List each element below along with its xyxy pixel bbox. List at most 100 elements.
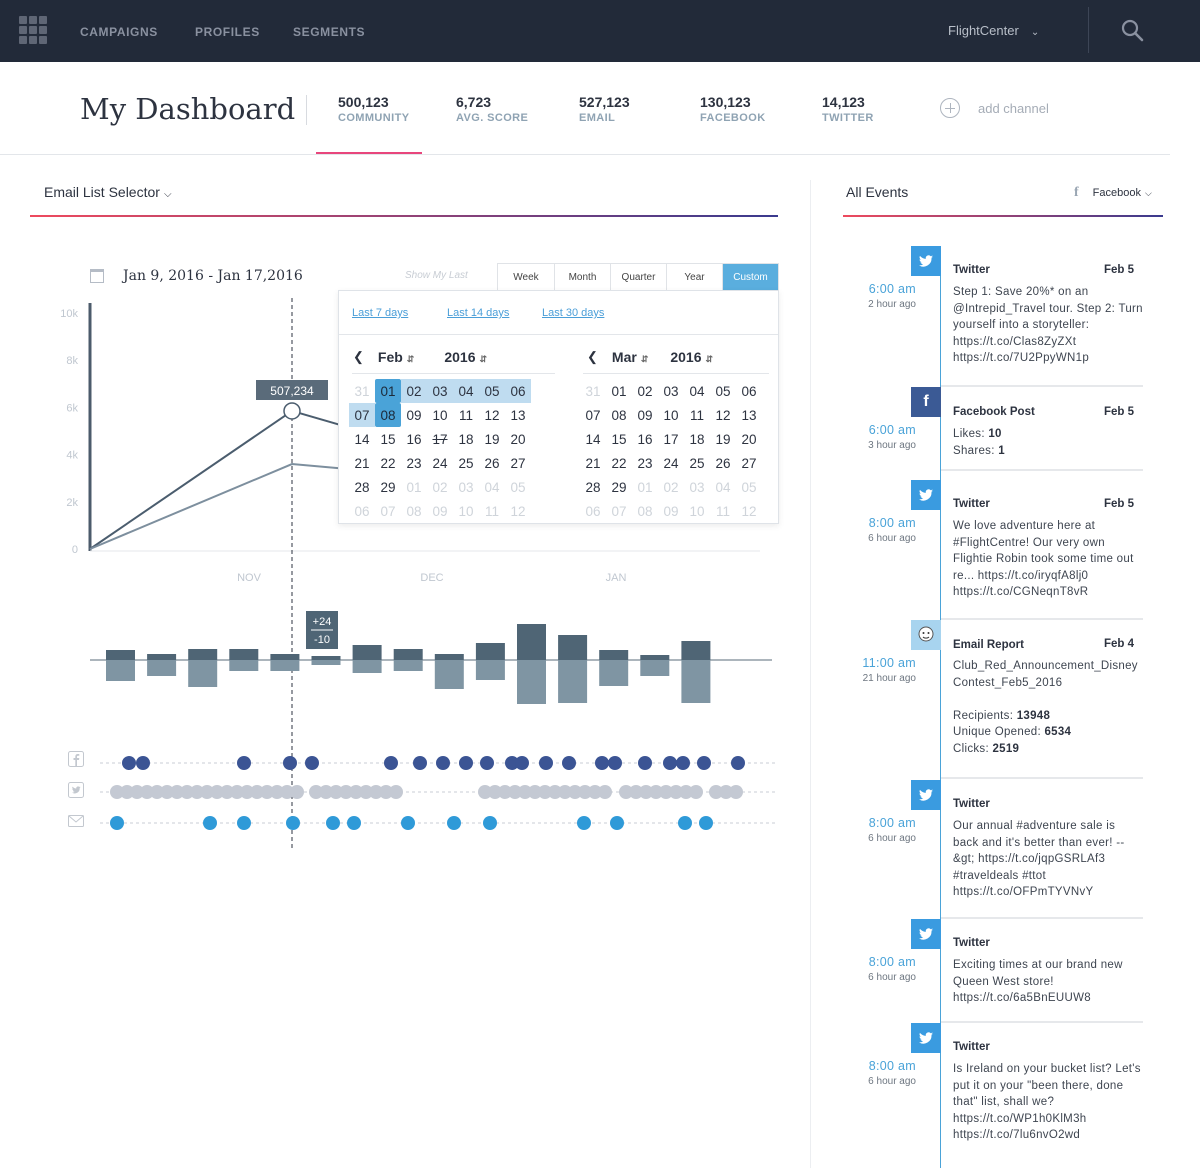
calendar-day[interactable]: 29 bbox=[375, 475, 401, 499]
calendar-day[interactable]: 05 bbox=[479, 379, 505, 403]
add-channel-button[interactable]: add channel bbox=[940, 98, 1049, 118]
calendar-day[interactable]: 20 bbox=[505, 427, 531, 451]
calendar-day[interactable]: 01 bbox=[401, 475, 427, 499]
prev-month-arrow-icon[interactable]: ❮ bbox=[353, 349, 364, 365]
calendar-day[interactable]: 09 bbox=[427, 499, 453, 523]
calendar-day[interactable]: 01 bbox=[606, 379, 632, 403]
calendar-day[interactable]: 09 bbox=[632, 403, 658, 427]
calendar-day[interactable]: 31 bbox=[580, 379, 606, 403]
calendar-day[interactable]: 07 bbox=[580, 403, 606, 427]
calendar-day[interactable]: 02 bbox=[401, 379, 427, 403]
calendar-day[interactable]: 02 bbox=[632, 379, 658, 403]
calendar-day[interactable]: 23 bbox=[401, 451, 427, 475]
calendar-day[interactable]: 01 bbox=[375, 379, 401, 403]
calendar-day[interactable]: 06 bbox=[580, 499, 606, 523]
calendar-day[interactable]: 04 bbox=[684, 379, 710, 403]
year-select-mar[interactable]: 2016 ⇵ bbox=[670, 349, 713, 365]
calendar-day[interactable]: 27 bbox=[736, 451, 762, 475]
calendar-day[interactable]: 23 bbox=[632, 451, 658, 475]
calendar-day[interactable]: 25 bbox=[684, 451, 710, 475]
calendar-day[interactable]: 07 bbox=[349, 403, 375, 427]
email-list-selector[interactable]: Email List Selector ⌵ bbox=[44, 184, 172, 200]
calendar-day[interactable]: 29 bbox=[606, 475, 632, 499]
channel-filter-dropdown[interactable]: f Facebook ⌵ bbox=[1074, 185, 1152, 201]
app-grid-icon[interactable] bbox=[19, 16, 47, 44]
stat-community[interactable]: 500,123 COMMUNITY bbox=[338, 94, 409, 124]
calendar-day[interactable]: 08 bbox=[632, 499, 658, 523]
calendar-day[interactable]: 09 bbox=[658, 499, 684, 523]
calendar-day[interactable]: 03 bbox=[427, 379, 453, 403]
calendar-day[interactable]: 11 bbox=[479, 499, 505, 523]
calendar-day[interactable]: 08 bbox=[401, 499, 427, 523]
calendar-day[interactable]: 17 bbox=[658, 427, 684, 451]
calendar-day[interactable]: 28 bbox=[349, 475, 375, 499]
calendar-day[interactable]: 19 bbox=[479, 427, 505, 451]
nav-link-segments[interactable]: SEGMENTS bbox=[293, 25, 365, 39]
quick-last-30-days[interactable]: Last 30 days bbox=[542, 307, 604, 319]
calendar-day[interactable]: 03 bbox=[684, 475, 710, 499]
calendar-day[interactable]: 26 bbox=[479, 451, 505, 475]
calendar-day[interactable]: 10 bbox=[684, 499, 710, 523]
calendar-day[interactable]: 15 bbox=[375, 427, 401, 451]
range-button-year[interactable]: Year bbox=[666, 264, 722, 290]
calendar-day[interactable]: 27 bbox=[505, 451, 531, 475]
calendar-day[interactable]: 11 bbox=[684, 403, 710, 427]
calendar-day[interactable]: 16 bbox=[632, 427, 658, 451]
calendar-day[interactable]: 13 bbox=[736, 403, 762, 427]
calendar-day[interactable]: 05 bbox=[710, 379, 736, 403]
calendar-day[interactable]: 04 bbox=[453, 379, 479, 403]
range-button-custom[interactable]: Custom bbox=[722, 264, 778, 290]
calendar-day[interactable]: 20 bbox=[736, 427, 762, 451]
calendar-day[interactable]: 15 bbox=[606, 427, 632, 451]
calendar-day[interactable]: 01 bbox=[632, 475, 658, 499]
calendar-day[interactable]: 21 bbox=[349, 451, 375, 475]
month-select-mar[interactable]: Mar ⇵ bbox=[612, 349, 648, 365]
calendar-day[interactable]: 06 bbox=[505, 379, 531, 403]
calendar-day[interactable]: 12 bbox=[736, 499, 762, 523]
range-button-week[interactable]: Week bbox=[498, 264, 554, 290]
calendar-day[interactable]: 18 bbox=[453, 427, 479, 451]
nav-link-profiles[interactable]: PROFILES bbox=[195, 25, 260, 39]
calendar-day[interactable]: 13 bbox=[505, 403, 531, 427]
calendar-day[interactable]: 11 bbox=[710, 499, 736, 523]
calendar-day[interactable]: 02 bbox=[427, 475, 453, 499]
calendar-day[interactable]: 31 bbox=[349, 379, 375, 403]
calendar-day[interactable]: 12 bbox=[710, 403, 736, 427]
calendar-day[interactable]: 09 bbox=[401, 403, 427, 427]
calendar-day[interactable]: 06 bbox=[349, 499, 375, 523]
year-select-feb[interactable]: 2016 ⇵ bbox=[444, 349, 487, 365]
range-button-month[interactable]: Month bbox=[554, 264, 610, 290]
calendar-day[interactable]: 05 bbox=[505, 475, 531, 499]
search-icon[interactable] bbox=[1120, 18, 1146, 44]
calendar-day[interactable]: 10 bbox=[658, 403, 684, 427]
calendar-day[interactable]: 08 bbox=[375, 403, 401, 427]
calendar-day[interactable]: 19 bbox=[710, 427, 736, 451]
calendar-day[interactable]: 26 bbox=[710, 451, 736, 475]
calendar-day[interactable]: 24 bbox=[427, 451, 453, 475]
range-button-quarter[interactable]: Quarter bbox=[610, 264, 666, 290]
calendar-day[interactable]: 03 bbox=[658, 379, 684, 403]
calendar-day[interactable]: 03 bbox=[453, 475, 479, 499]
calendar-day[interactable]: 11 bbox=[453, 403, 479, 427]
calendar-day[interactable]: 08 bbox=[606, 403, 632, 427]
calendar-day[interactable]: 10 bbox=[427, 403, 453, 427]
stat-email[interactable]: 527,123 EMAIL bbox=[579, 94, 630, 124]
calendar-day[interactable]: 07 bbox=[606, 499, 632, 523]
calendar-day[interactable]: 21 bbox=[580, 451, 606, 475]
calendar-icon[interactable] bbox=[90, 269, 104, 283]
calendar-day[interactable]: 05 bbox=[736, 475, 762, 499]
calendar-day[interactable]: 14 bbox=[580, 427, 606, 451]
calendar-day[interactable]: 25 bbox=[453, 451, 479, 475]
calendar-day[interactable]: 24 bbox=[658, 451, 684, 475]
quick-last-7-days[interactable]: Last 7 days bbox=[352, 307, 408, 319]
calendar-day[interactable]: 04 bbox=[479, 475, 505, 499]
calendar-day[interactable]: 22 bbox=[606, 451, 632, 475]
calendar-day[interactable]: 06 bbox=[736, 379, 762, 403]
stat-facebook[interactable]: 130,123 FACEBOOK bbox=[700, 94, 766, 124]
calendar-day[interactable]: 14 bbox=[349, 427, 375, 451]
prev-month-arrow-icon[interactable]: ❮ bbox=[587, 349, 598, 365]
calendar-day[interactable]: 07 bbox=[375, 499, 401, 523]
nav-link-campaigns[interactable]: CAMPAIGNS bbox=[80, 25, 158, 39]
calendar-day[interactable]: 18 bbox=[684, 427, 710, 451]
calendar-day[interactable]: 16 bbox=[401, 427, 427, 451]
